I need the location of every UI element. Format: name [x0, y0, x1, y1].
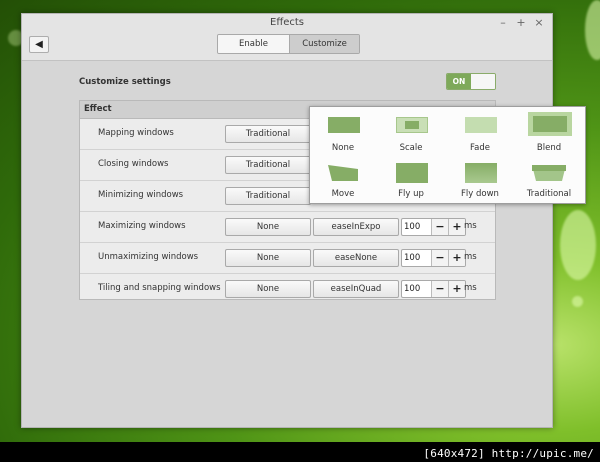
- effect-option-label: Scale: [399, 143, 423, 153]
- duration-spinbutton: 100 − +: [401, 280, 466, 298]
- effect-option-fly-up[interactable]: Fly up: [380, 163, 442, 199]
- fly-up-effect-icon: [396, 163, 428, 183]
- effect-option-label: None: [331, 143, 355, 153]
- transition-button[interactable]: easeNone: [313, 249, 399, 267]
- table-row: Unmaximizing windows None easeNone 100 −…: [80, 243, 495, 274]
- switch-knob: [471, 74, 495, 89]
- decrease-button[interactable]: −: [432, 281, 448, 297]
- effect-option-none[interactable]: None: [312, 117, 374, 153]
- tab-customize[interactable]: Customize: [290, 35, 359, 53]
- window-title: Effects: [270, 17, 304, 28]
- wallpaper-glow: [572, 296, 583, 307]
- effect-button[interactable]: Traditional: [225, 125, 311, 143]
- customize-switch[interactable]: ON: [446, 73, 496, 90]
- transition-button[interactable]: easeInExpo: [313, 218, 399, 236]
- effect-button[interactable]: Traditional: [225, 187, 311, 205]
- blend-effect-icon: [528, 112, 572, 136]
- table-row: Tiling and snapping windows None easeInQ…: [80, 274, 495, 304]
- duration-unit: ms: [464, 252, 477, 262]
- move-effect-icon: [328, 165, 358, 181]
- effect-option-label: Fade: [470, 143, 490, 153]
- wallpaper-glow: [560, 210, 596, 280]
- maximize-icon[interactable]: +: [516, 16, 526, 29]
- decrease-button[interactable]: −: [432, 219, 448, 235]
- close-icon[interactable]: ×: [534, 16, 544, 29]
- titlebar: Effects – + × ◀ Enable effects Customize: [22, 14, 552, 61]
- duration-input[interactable]: 100: [402, 219, 432, 235]
- duration-spinbutton: 100 − +: [401, 249, 466, 267]
- effect-option-label: Traditional: [526, 189, 572, 199]
- row-label: Minimizing windows: [98, 190, 184, 200]
- fade-effect-icon: [465, 117, 497, 133]
- row-label: Unmaximizing windows: [98, 252, 199, 262]
- effect-option-fade[interactable]: Fade: [449, 117, 511, 153]
- effect-option-label: Move: [331, 189, 355, 199]
- back-arrow-icon: ◀: [35, 39, 43, 50]
- row-label: Tiling and snapping windows: [98, 283, 221, 293]
- row-label: Mapping windows: [98, 128, 174, 138]
- effect-button[interactable]: None: [225, 218, 311, 236]
- wallpaper-glow: [585, 0, 600, 60]
- effect-option-label: Blend: [536, 143, 562, 153]
- effect-option-move[interactable]: Move: [312, 163, 374, 199]
- effect-button[interactable]: Traditional: [225, 156, 311, 174]
- customize-settings-label: Customize settings: [79, 77, 171, 87]
- row-label: Closing windows: [98, 159, 169, 169]
- increase-button[interactable]: +: [448, 281, 465, 297]
- effect-option-label: Fly up: [398, 189, 424, 199]
- duration-unit: ms: [464, 283, 477, 293]
- effect-option-scale[interactable]: Scale: [380, 117, 442, 153]
- switch-on-label: ON: [447, 74, 471, 89]
- duration-spinbutton: 100 − +: [401, 218, 466, 236]
- stack-switcher: Enable effects Customize: [217, 34, 360, 54]
- back-button[interactable]: ◀: [29, 36, 49, 53]
- scale-effect-icon: [396, 117, 428, 133]
- effect-option-label: Fly down: [461, 189, 499, 199]
- window-controls: – + ×: [498, 16, 544, 29]
- effect-option-fly-down[interactable]: Fly down: [449, 163, 511, 199]
- transition-button[interactable]: easeInQuad: [313, 280, 399, 298]
- duration-unit: ms: [464, 221, 477, 231]
- none-effect-icon: [328, 117, 360, 133]
- fly-down-effect-icon: [465, 163, 497, 183]
- effect-option-blend[interactable]: Blend: [518, 112, 580, 153]
- decrease-button[interactable]: −: [432, 250, 448, 266]
- increase-button[interactable]: +: [448, 250, 465, 266]
- effect-button[interactable]: None: [225, 280, 311, 298]
- tab-enable-effects[interactable]: Enable effects: [218, 35, 290, 53]
- duration-input[interactable]: 100: [402, 250, 432, 266]
- increase-button[interactable]: +: [448, 219, 465, 235]
- table-row: Maximizing windows None easeInExpo 100 −…: [80, 212, 495, 243]
- effect-chooser-popup: None Scale Fade Blend Move Fly up Fly do…: [309, 106, 586, 204]
- traditional-effect-icon: [532, 165, 566, 181]
- watermark: [640x472] http://upic.me/: [423, 447, 594, 460]
- effect-option-traditional[interactable]: Traditional: [518, 163, 580, 199]
- row-label: Maximizing windows: [98, 221, 186, 231]
- duration-input[interactable]: 100: [402, 281, 432, 297]
- effect-button[interactable]: None: [225, 249, 311, 267]
- effects-window: Effects – + × ◀ Enable effects Customize…: [21, 13, 553, 428]
- minimize-icon[interactable]: –: [498, 16, 508, 29]
